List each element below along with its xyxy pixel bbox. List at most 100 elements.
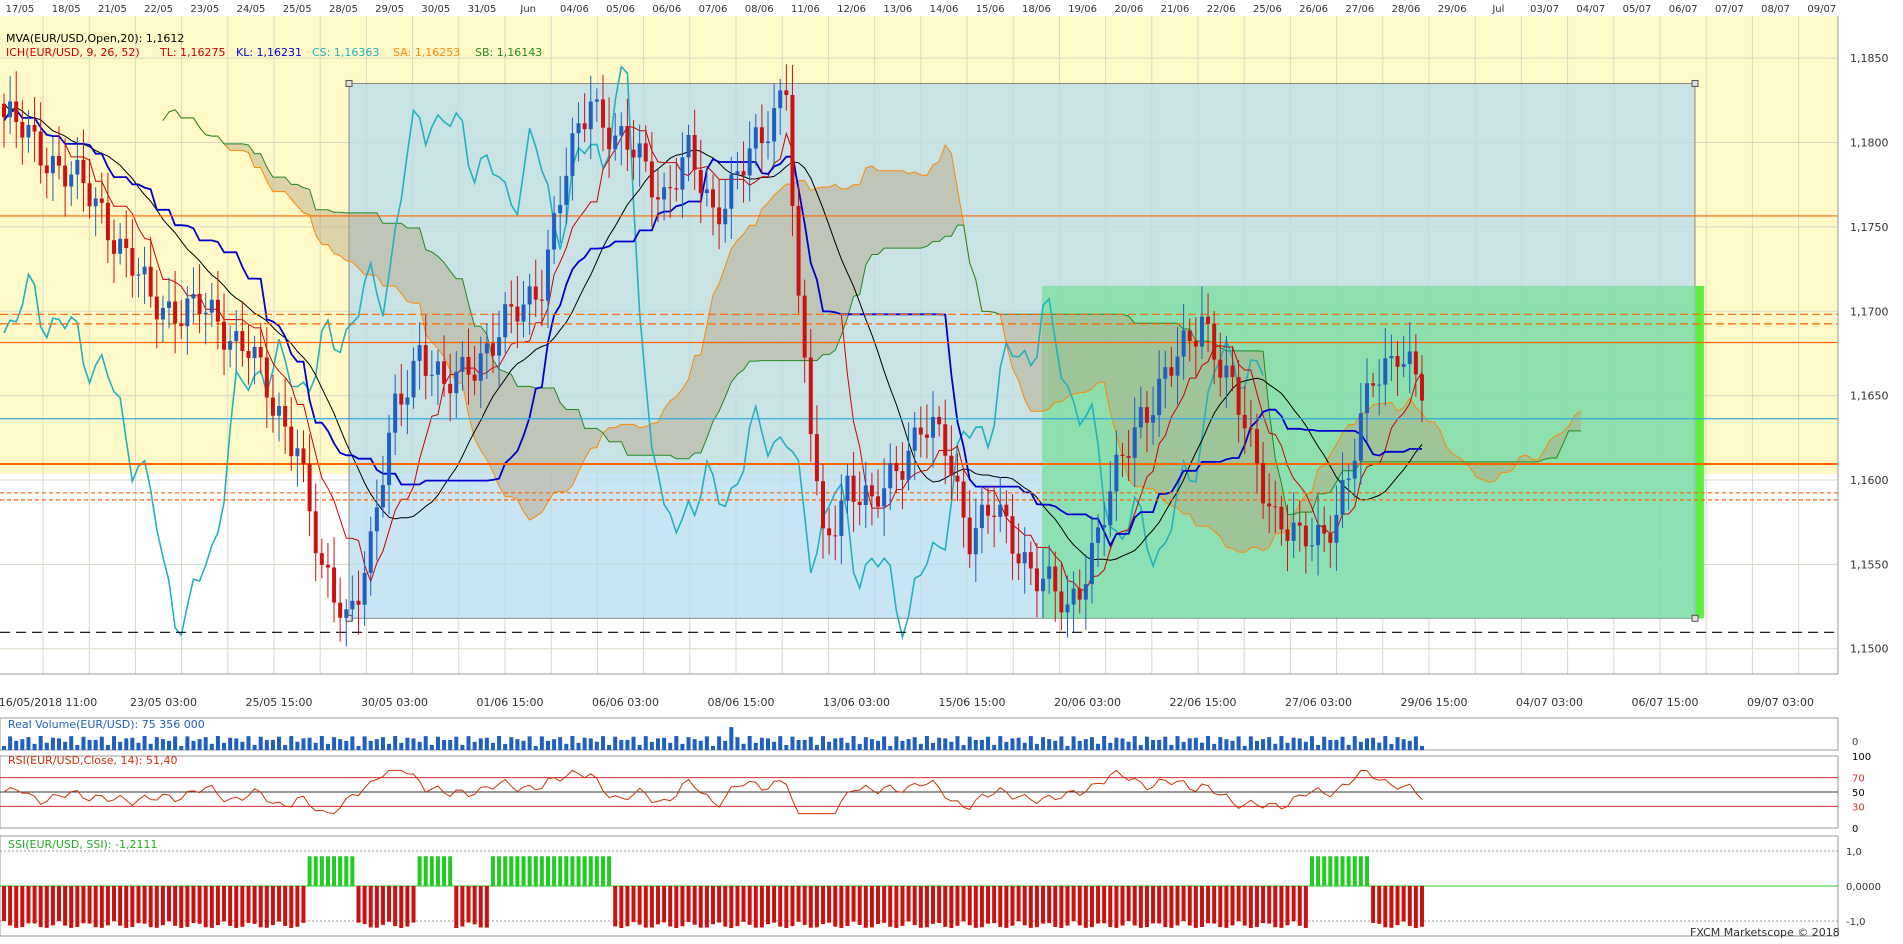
volume-bar [393,736,398,750]
volume-bar [992,744,997,750]
volume-bar [973,739,978,750]
ssi-bar [191,886,196,924]
ssi-bar [283,886,288,926]
volume-bar [8,736,13,750]
ssi-bar [900,886,905,926]
candle-body [912,427,917,451]
price-tick-label: 1,1750 [1850,221,1889,234]
candle-body [772,108,777,142]
ssi-bar [1212,886,1217,924]
volume-bar [484,737,489,750]
ssi-level-label: -1,0 [1846,917,1866,928]
candle-body [692,135,697,170]
volume-bar [160,739,165,750]
volume-bar [478,738,483,750]
time-tick-label: 16/05/2018 11:00 [0,696,97,709]
volume-bar [173,736,178,750]
ssi-bar [790,886,795,927]
trading-chart[interactable]: 1,175651,169821,169251,168151,163631,160… [0,0,1903,940]
top-date-label: 19/06 [1068,4,1097,15]
candle-body [368,531,373,573]
candle-body [564,175,569,205]
candle-body [1138,407,1143,428]
volume-bar [1004,741,1009,750]
ssi-bar [1395,886,1400,926]
volume-bar [246,736,251,750]
volume-bar [1102,736,1107,750]
candle-body [1022,552,1027,564]
volume-bar [1175,736,1180,750]
ssi-bar [698,886,703,928]
volume-bar [912,737,917,750]
candle-body [1083,584,1088,600]
candle-body [1004,504,1009,517]
volume-bar [1316,744,1321,750]
candle-body [1077,588,1082,600]
volume-bar [802,739,807,750]
ssi-bar [81,886,86,924]
price-tick-label: 1,1550 [1850,558,1889,571]
candle-body [1157,378,1162,416]
candle-body [1053,566,1058,592]
ssi-bar [411,886,416,923]
ssi-bar [1371,886,1376,923]
volume-bar [955,736,960,750]
volume-bar [827,741,832,750]
volume-bar [876,740,881,750]
candle-body [81,159,86,184]
volume-bar [1309,736,1314,750]
ssi-bar [1022,886,1027,926]
volume-bar [979,739,984,750]
top-date-label: 13/06 [883,4,912,15]
volume-bar [57,738,62,750]
volume-bar [338,739,343,750]
volume-bar [766,738,770,750]
ssi-bar [26,886,31,924]
volume-bar [1242,745,1247,750]
volume-bar [1108,742,1113,750]
volume-bar [399,742,404,750]
volume-bar [1163,736,1168,750]
volume-bar [747,736,752,750]
chart-canvas[interactable]: 1,175651,169821,169251,168151,163631,160… [0,0,1903,940]
volume-bar [533,745,538,750]
ssi-bar [1047,886,1052,924]
ssi-bar [814,886,819,928]
ich-label: ICH(EUR/USD, 9, 26, 52) [6,46,140,59]
time-tick-label: 08/06 15:00 [708,696,775,709]
ssi-bar [588,856,593,886]
ssi-bar [1114,886,1119,928]
candle-body [790,94,795,206]
ssi-level-label: 0,0000 [1846,882,1881,893]
ssi-bar [1316,856,1321,886]
candle-body [637,143,642,158]
ssi-bar [417,856,422,886]
ssi-bar [552,856,557,886]
ssi-bar [1138,886,1143,928]
volume-bar [1328,740,1333,750]
volume-bar [1401,739,1406,750]
volume-bar [759,737,764,750]
top-date-label: 25/06 [1253,4,1282,15]
volume-axis-zero: 0 [1852,737,1858,748]
candle-body [649,161,654,198]
ssi-level-label: 1,0 [1846,847,1862,858]
ssi-bar [399,886,404,928]
time-tick-label: 20/06 03:00 [1054,696,1121,709]
candle-body [399,393,404,405]
ssi-bar [839,886,844,928]
volume-bar [1114,737,1119,750]
volume-bar [460,744,465,750]
top-date-label: 27/06 [1345,4,1374,15]
volume-bar [1395,737,1400,750]
volume-bar [509,737,514,750]
candle-body [99,198,104,203]
top-date-label: 31/05 [468,4,497,15]
ssi-bar [955,886,960,926]
ssi-bar [362,886,367,925]
time-tick-label: 25/05 15:00 [246,696,313,709]
volume-bar [686,737,691,750]
volume-bar [130,737,135,750]
ssi-bar [1346,856,1351,886]
volume-bar [429,744,434,750]
